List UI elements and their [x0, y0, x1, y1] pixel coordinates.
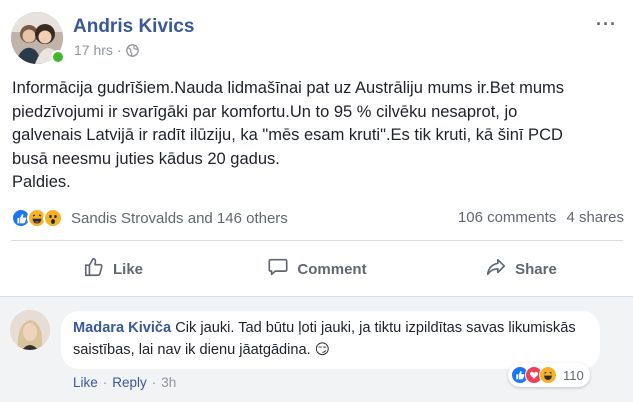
shares-count-link[interactable]: 4 shares [566, 209, 624, 226]
haha-icon [539, 366, 557, 384]
post-text-line: piedzīvojumi ir svarīgāki par komfortu.U… [12, 102, 518, 121]
reaction-stats: 106 comments 4 shares [452, 209, 624, 226]
comment-action-separator: · [151, 375, 157, 390]
thumbs-up-icon [83, 256, 105, 282]
post-text-line: galvenais Latvijā ir radīt ilūziju, ka "… [12, 126, 563, 145]
wow-icon [43, 208, 63, 228]
comment-actions: Like · Reply · 3h [73, 375, 176, 390]
comment-icon [267, 256, 289, 282]
post-actions: Like Comment Share [11, 245, 623, 293]
comment-action-separator: · [102, 375, 108, 390]
comment-bubble: Madara Kiviča Cik jauki. Tad būtu ļoti j… [61, 311, 600, 369]
post-timestamp[interactable]: 17 hrs [74, 42, 113, 58]
share-button-label: Share [515, 260, 557, 278]
like-button-label: Like [112, 260, 143, 278]
reaction-icons[interactable] [11, 208, 63, 228]
comment-reaction-count: 110 [563, 367, 584, 383]
post-meta: 17 hrs · [74, 42, 139, 58]
divider [11, 240, 623, 241]
comment-author-name[interactable]: Madara Kiviča [73, 320, 171, 336]
comments-section: Madara Kiviča Cik jauki. Tad būtu ļoti j… [0, 297, 633, 402]
comment-reactions[interactable]: 110 [508, 363, 590, 387]
comment-button-label: Comment [297, 260, 367, 278]
commenter-avatar[interactable] [10, 310, 50, 350]
comment-reply-link[interactable]: Reply [112, 375, 147, 390]
reactions-summary: Sandis Strovalds and 146 others 106 comm… [11, 206, 624, 230]
post-text-line: busā neesmu juties kādus 20 gadus. [12, 149, 280, 168]
share-button[interactable]: Share [419, 245, 623, 293]
share-icon [485, 256, 507, 282]
online-status-dot [51, 50, 65, 64]
post-text-line: Informācija gudrīšiem.Nauda lidmašīnai p… [12, 79, 565, 97]
post-header: Andris Kivics 17 hrs · ··· [11, 12, 623, 66]
comments-count-link[interactable]: 106 comments [458, 209, 556, 226]
globe-icon[interactable] [125, 43, 139, 57]
reaction-names-link[interactable]: Sandis Strovalds and 146 others [71, 210, 288, 227]
post-author-name[interactable]: Andris Kivics [73, 16, 194, 38]
more-options-icon[interactable]: ··· [596, 14, 617, 35]
comment-button[interactable]: Comment [215, 245, 419, 293]
post-text-line: Paldies. [12, 173, 71, 192]
comment-timestamp[interactable]: 3h [161, 375, 176, 390]
post-text: Informācija gudrīšiem.Nauda lidmašīnai p… [12, 77, 617, 195]
comment-like-link[interactable]: Like [73, 375, 98, 390]
like-button[interactable]: Like [11, 245, 215, 293]
meta-separator: · [116, 42, 122, 58]
